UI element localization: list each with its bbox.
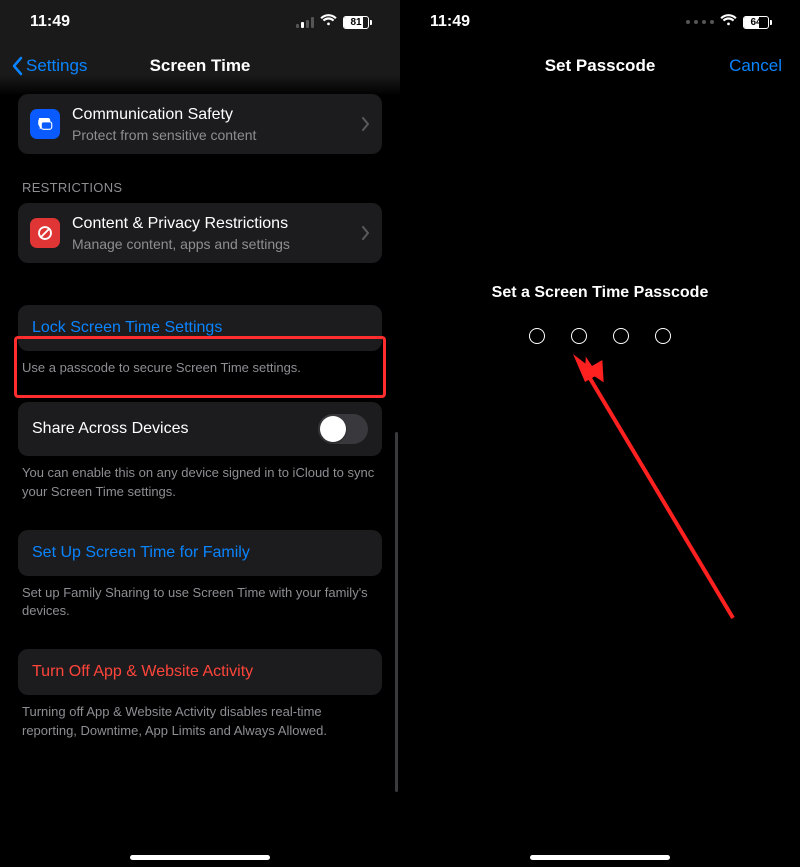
cell-title: Lock Screen Time Settings	[32, 319, 222, 337]
family-footer: Set up Family Sharing to use Screen Time…	[22, 584, 378, 622]
turn-off-activity-cell[interactable]: Turn Off App & Website Activity	[18, 649, 382, 695]
cell-title: Communication Safety	[72, 105, 356, 125]
passcode-dot	[571, 328, 587, 344]
battery-icon: 81	[343, 16, 372, 29]
status-bar: 11:49 81	[0, 0, 400, 44]
set-passcode-screen: 11:49 64 Set Passcode Cancel Set a Scree…	[400, 0, 800, 867]
cell-title: Turn Off App & Website Activity	[32, 663, 253, 681]
battery-icon: 64	[743, 16, 772, 29]
nav-bar: Set Passcode Cancel	[400, 44, 800, 88]
lock-screen-time-cell[interactable]: Lock Screen Time Settings	[18, 305, 382, 351]
home-indicator[interactable]	[530, 855, 670, 860]
chevron-right-icon	[362, 226, 370, 240]
cell-title: Set Up Screen Time for Family	[32, 544, 250, 562]
cellular-dots-icon	[686, 20, 714, 24]
cellular-signal-icon	[296, 16, 314, 28]
passcode-dots	[400, 328, 800, 344]
passcode-dot	[529, 328, 545, 344]
nav-bar: Settings Screen Time	[0, 44, 400, 88]
cell-subtitle: Manage content, apps and settings	[72, 236, 356, 252]
passcode-dot	[613, 328, 629, 344]
lock-footer: Use a passcode to secure Screen Time set…	[22, 359, 378, 378]
status-time: 11:49	[30, 13, 70, 31]
cell-title: Content & Privacy Restrictions	[72, 214, 356, 234]
screen-time-settings-screen: 11:49 81 Settings Screen Time	[0, 0, 400, 867]
wifi-icon	[720, 13, 737, 31]
passcode-dot	[655, 328, 671, 344]
content-privacy-cell[interactable]: Content & Privacy Restrictions Manage co…	[18, 203, 382, 263]
chevron-right-icon	[362, 117, 370, 131]
restrictions-icon	[30, 218, 60, 248]
share-footer: You can enable this on any device signed…	[22, 464, 378, 502]
restrictions-header: Restrictions	[22, 180, 378, 195]
cell-title: Share Across Devices	[32, 419, 189, 439]
share-toggle[interactable]	[318, 414, 368, 444]
status-time: 11:49	[430, 13, 470, 31]
communication-safety-cell[interactable]: Communication Safety Protect from sensit…	[18, 94, 382, 154]
turnoff-footer: Turning off App & Website Activity disab…	[22, 703, 378, 741]
cancel-button[interactable]: Cancel	[729, 56, 782, 76]
communication-safety-icon	[30, 109, 60, 139]
wifi-icon	[320, 13, 337, 31]
back-label: Settings	[26, 56, 87, 76]
cell-subtitle: Protect from sensitive content	[72, 127, 356, 143]
status-bar: 11:49 64	[400, 0, 800, 44]
setup-family-cell[interactable]: Set Up Screen Time for Family	[18, 530, 382, 576]
passcode-prompt: Set a Screen Time Passcode	[400, 284, 800, 302]
scroll-indicator	[395, 432, 398, 792]
home-indicator[interactable]	[130, 855, 270, 860]
share-across-devices-cell[interactable]: Share Across Devices	[18, 402, 382, 456]
annotation-arrow-icon	[565, 340, 745, 630]
back-button[interactable]: Settings	[10, 56, 87, 76]
